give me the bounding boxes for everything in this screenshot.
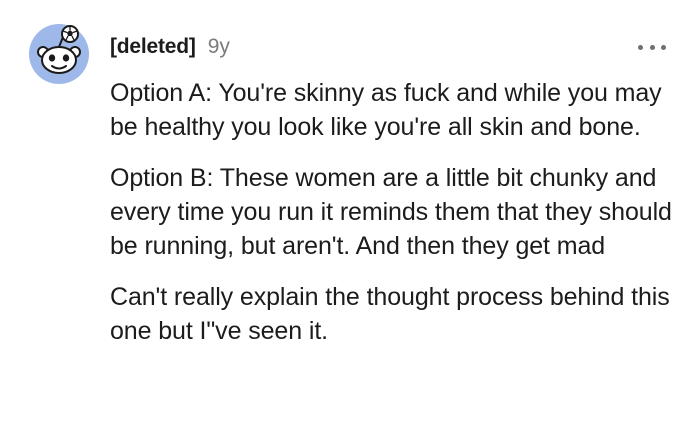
avatar[interactable]: [29, 24, 89, 84]
comment: [deleted] 9y Option A: You're skinny as …: [0, 0, 700, 426]
timestamp[interactable]: 9y: [208, 35, 230, 59]
comment-paragraph: Can't really explain the thought process…: [110, 283, 670, 345]
comment-header: [deleted] 9y: [110, 32, 230, 62]
comment-paragraph: Option B: These women are a little bit c…: [110, 164, 672, 260]
username[interactable]: [deleted]: [110, 35, 196, 59]
more-options-button[interactable]: [638, 37, 666, 57]
snoo-avatar-icon: [29, 24, 89, 84]
more-options-icon: [638, 44, 643, 50]
comment-paragraph: Option A: You're skinny as fuck and whil…: [110, 79, 662, 141]
comment-body: Option A: You're skinny as fuck and whil…: [110, 76, 680, 365]
